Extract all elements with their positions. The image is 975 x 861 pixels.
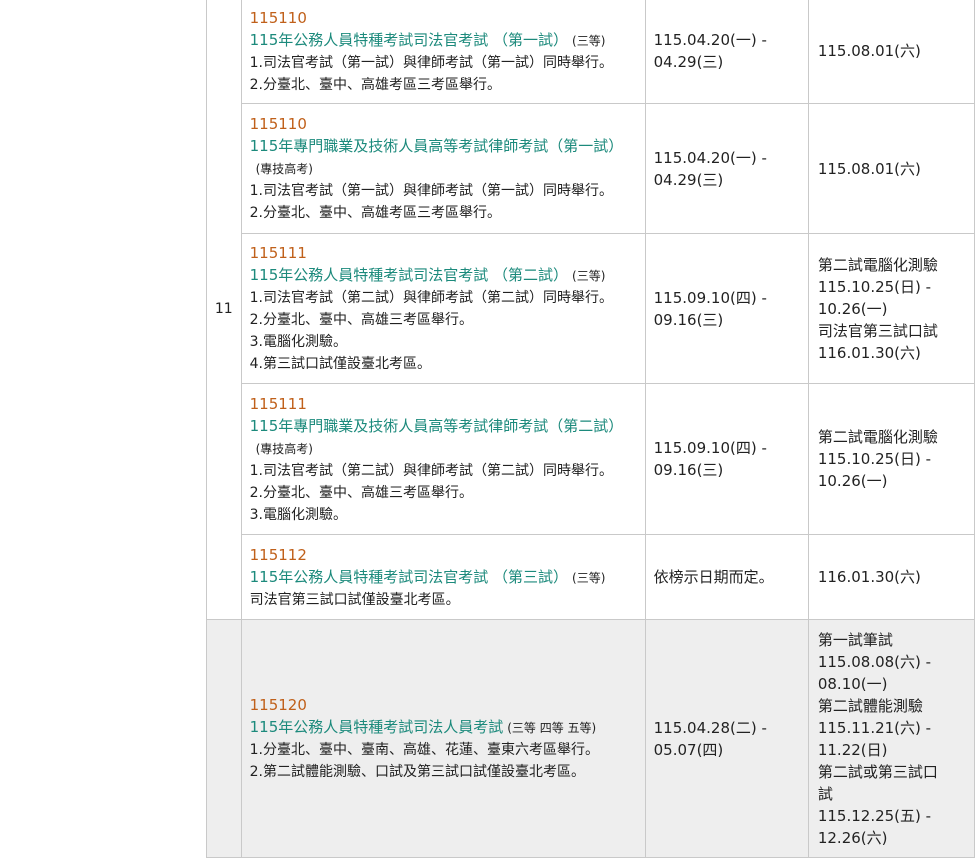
exam-note: 4.第三試口試僅設臺北考區。 xyxy=(249,356,431,372)
result-date-line: 第一試筆試 xyxy=(817,630,893,649)
result-date-line: 10.26(一) xyxy=(817,472,888,490)
exam-date-line: 115.09.10(四) - xyxy=(653,288,767,307)
exam-schedule-table: 11 115110 115年公務人員特種考試司法官考試 （第一試） (三等) 1.… xyxy=(206,0,975,858)
exam-level: (專技高考) xyxy=(255,162,313,176)
exam-info-cell: 115112 115年公務人員特種考試司法官考試 （第三試） (三等) 司法官第三… xyxy=(240,534,646,620)
exam-note: 2.分臺北、臺中、高雄考區三考區舉行。 xyxy=(249,76,501,93)
exam-note: 1.司法官考試（第二試）與律師考試（第二試）同時舉行。 xyxy=(249,462,613,479)
month-cell xyxy=(206,619,242,858)
result-date-line: 08.10(一) xyxy=(817,674,888,693)
exam-name-line: 115年公務人員特種考試司法官考試 （第二試） (三等) xyxy=(250,266,606,284)
exam-date-cell: 115.04.20(一) - 04.29(三) xyxy=(644,0,809,104)
exam-info-cell: 115110 115年專門職業及技術人員高等考試律師考試（第一試） (專技高考)… xyxy=(240,103,646,234)
exam-info-cell: 115111 115年專門職業及技術人員高等考試律師考試（第二試） (專技高考)… xyxy=(240,383,646,535)
result-date-line: 115.08.01(六) xyxy=(817,159,921,178)
result-date-line: 115.08.08(六) - xyxy=(817,652,932,671)
result-date-line: 115.08.01(六) xyxy=(817,42,921,60)
result-date-cell: 115.08.01(六) xyxy=(807,0,975,104)
result-date-line: 司法官第三試口試 xyxy=(817,321,938,340)
exam-name-line: 115年公務人員特種考試司法官考試 （第一試） (三等) xyxy=(250,31,606,49)
exam-date-cell: 115.04.20(一) - 04.29(三) xyxy=(644,103,809,234)
table-row: 11 115110 115年公務人員特種考試司法官考試 （第一試） (三等) 1.… xyxy=(206,0,975,620)
exam-date-line: 115.09.10(四) - xyxy=(653,439,767,457)
exam-note: 2.分臺北、臺中、高雄三考區舉行。 xyxy=(249,484,473,501)
exam-level: (專技高考) xyxy=(255,441,313,456)
result-date-line: 115.11.21(六) - xyxy=(817,718,932,737)
table-row: 115120 115年公務人員特種考試司法人員考試 (三等 四等 五等) 1.分臺… xyxy=(206,619,975,858)
exam-level: (三等) xyxy=(572,269,606,283)
exam-name-line: 115年公務人員特種考試司法官考試 （第三試） (三等) xyxy=(250,568,606,586)
exam-info-cell: 115111 115年公務人員特種考試司法官考試 （第二試） (三等) 1.司法官… xyxy=(240,233,646,384)
exam-date-cell: 115.04.28(二) - 05.07(四) xyxy=(644,619,809,858)
exam-date-line: 09.16(三) xyxy=(653,310,724,329)
result-date-cell: 115.08.01(六) xyxy=(807,103,975,234)
exam-date-line: 05.07(四) xyxy=(653,740,724,759)
exam-date-line: 115.04.20(一) - xyxy=(653,148,767,167)
result-date-line: 116.01.30(六) xyxy=(817,343,921,362)
exam-note: 1.司法官考試（第一試）與律師考試（第一試）同時舉行。 xyxy=(249,54,613,71)
exam-date-line: 09.16(三) xyxy=(653,461,724,479)
table-row: 115112 115年公務人員特種考試司法官考試 （第三試） (三等) 司法官第三… xyxy=(207,534,975,620)
exam-note: 2.分臺北、臺中、高雄考區三考區舉行。 xyxy=(249,205,501,221)
exam-name-line: 115年公務人員特種考試司法人員考試 (三等 四等 五等) xyxy=(250,718,597,736)
exam-date-cell: 115.09.10(四) - 09.16(三) xyxy=(644,233,809,384)
result-date-line: 11.22(日) xyxy=(817,740,888,759)
table-row: 115111 115年專門職業及技術人員高等考試律師考試（第二試） (專技高考)… xyxy=(207,383,975,535)
result-date-cell: 116.01.30(六) xyxy=(807,534,975,620)
exam-level: (三等 四等 五等) xyxy=(507,721,597,735)
exam-note: 1.分臺北、臺中、臺南、高雄、花蓮、臺東六考區舉行。 xyxy=(249,742,599,758)
exam-note: 3.電腦化測驗。 xyxy=(249,334,347,350)
exam-date-cell: 依榜示日期而定。 xyxy=(644,534,809,620)
exam-info-cell: 115110 115年公務人員特種考試司法官考試 （第一試） (三等) 1.司法官… xyxy=(240,0,646,104)
exam-name[interactable]: 115年專門職業及技術人員高等考試律師考試（第一試） xyxy=(250,137,624,155)
result-date-line: 115.12.25(五) - xyxy=(817,806,932,825)
exam-code: 115120 xyxy=(249,696,307,714)
exam-code: 115112 xyxy=(249,545,307,564)
exam-code: 115110 xyxy=(249,8,307,27)
exam-date-line: 115.04.28(二) - xyxy=(653,718,767,737)
exam-name[interactable]: 115年公務人員特種考試司法人員考試 xyxy=(250,718,504,736)
exam-level: (三等) xyxy=(572,570,606,585)
result-date-line: 試 xyxy=(817,784,833,803)
result-date-line: 第二試電腦化測驗 xyxy=(817,428,938,446)
table-row: 115110 115年專門職業及技術人員高等考試律師考試（第一試） (專技高考)… xyxy=(207,103,975,234)
result-date-line: 第二試電腦化測驗 xyxy=(817,255,938,274)
exam-name[interactable]: 115年公務人員特種考試司法官考試 （第一試） xyxy=(250,31,568,49)
exam-level: (三等) xyxy=(572,33,606,48)
result-date-line: 第二試或第三試口 xyxy=(817,762,938,781)
exam-note: 3.電腦化測驗。 xyxy=(249,506,347,523)
exam-date-cell: 115.09.10(四) - 09.16(三) xyxy=(644,383,809,535)
exam-note: 司法官第三試口試僅設臺北考區。 xyxy=(249,591,460,608)
exam-note: 1.司法官考試（第二試）與律師考試（第二試）同時舉行。 xyxy=(249,290,613,306)
exam-name[interactable]: 115年專門職業及技術人員高等考試律師考試（第二試） xyxy=(250,417,624,435)
exam-code: 115111 xyxy=(249,244,307,262)
exam-date-line: 依榜示日期而定。 xyxy=(653,568,774,586)
exam-name[interactable]: 115年公務人員特種考試司法官考試 （第二試） xyxy=(250,266,568,284)
exam-date-line: 04.29(三) xyxy=(653,170,724,189)
result-date-line: 115.10.25(日) - xyxy=(817,277,932,296)
exam-name[interactable]: 115年公務人員特種考試司法官考試 （第三試） xyxy=(250,568,568,586)
result-date-line: 第二試體能測驗 xyxy=(817,696,923,715)
result-date-line: 10.26(一) xyxy=(817,299,888,318)
exam-info-cell: 115120 115年公務人員特種考試司法人員考試 (三等 四等 五等) 1.分臺… xyxy=(240,619,646,858)
result-date-line: 116.01.30(六) xyxy=(817,568,921,586)
result-date-cell: 第二試電腦化測驗 115.10.25(日) - 10.26(一) 司法官第三試口… xyxy=(807,233,975,384)
result-date-line: 115.10.25(日) - xyxy=(817,450,932,468)
exam-date-line: 04.29(三) xyxy=(653,53,724,71)
result-date-line: 12.26(六) xyxy=(817,828,888,847)
exam-note: 1.司法官考試（第一試）與律師考試（第一試）同時舉行。 xyxy=(249,183,613,199)
month-cell: 11 xyxy=(206,0,242,620)
result-date-cell: 第二試電腦化測驗 115.10.25(日) - 10.26(一) xyxy=(807,383,975,535)
result-date-cell: 第一試筆試 115.08.08(六) - 08.10(一) 第二試體能測驗 11… xyxy=(807,619,975,858)
exam-date-line: 115.04.20(一) - xyxy=(653,31,767,49)
table-row: 115111 115年公務人員特種考試司法官考試 （第二試） (三等) 1.司法官… xyxy=(207,233,975,384)
exam-code: 115111 xyxy=(249,394,307,413)
exam-note: 2.第二試體能測驗、口試及第三試口試僅設臺北考區。 xyxy=(249,764,585,780)
exam-note: 2.分臺北、臺中、高雄三考區舉行。 xyxy=(249,312,473,328)
exam-code: 115110 xyxy=(249,115,307,133)
